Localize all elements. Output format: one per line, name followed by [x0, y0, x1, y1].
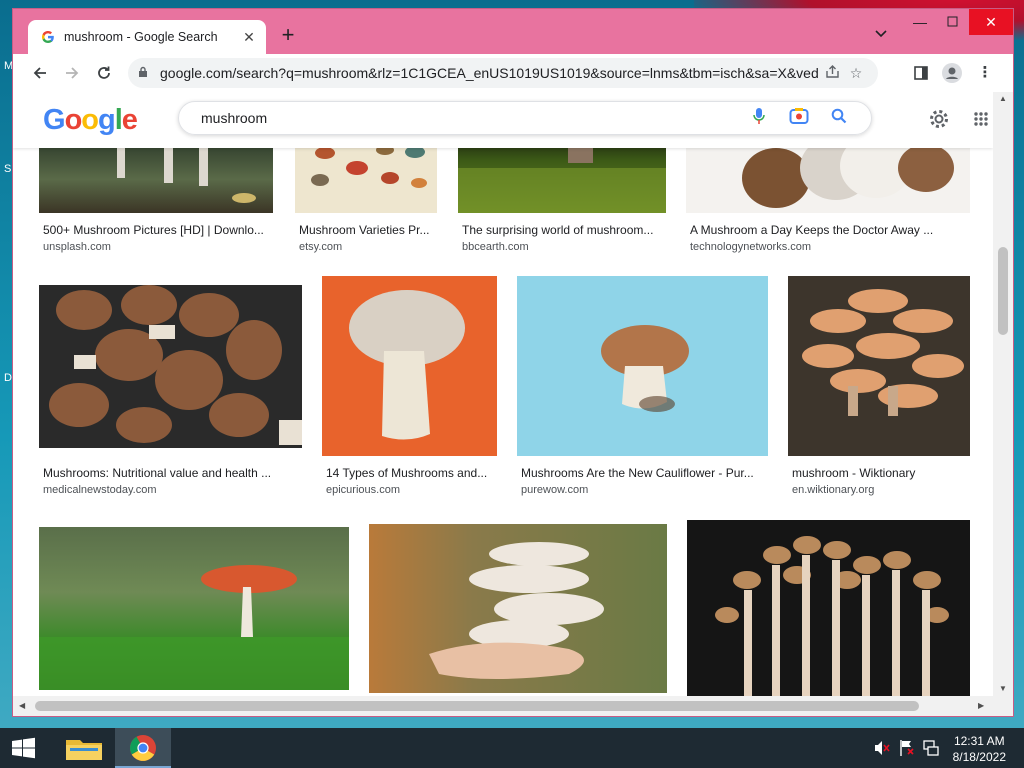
- result-image[interactable]: [39, 285, 302, 448]
- image-results-grid: 500+ Mushroom Pictures [HD] | Downlo... …: [13, 138, 993, 696]
- tab-search-chevron-down-icon[interactable]: [875, 27, 887, 41]
- volume-muted-icon[interactable]: [872, 728, 892, 768]
- address-bar[interactable]: google.com/search?q=mushroom&rlz=1C1GCEA…: [128, 58, 878, 88]
- apps-grid-icon[interactable]: [968, 106, 993, 132]
- bookmark-star-icon[interactable]: ☆: [844, 65, 868, 82]
- result-card[interactable]: Mushroom Varieties Pr... etsy.com: [295, 138, 437, 253]
- back-arrow-icon[interactable]: [24, 57, 56, 89]
- result-caption[interactable]: 500+ Mushroom Pictures [HD] | Downlo...: [43, 223, 273, 237]
- page-content: Google mushroom 500+ Mushroom Pictures […: [13, 92, 993, 696]
- result-caption[interactable]: Mushrooms: Nutritional value and health …: [43, 466, 283, 480]
- result-image[interactable]: [788, 276, 970, 456]
- result-caption[interactable]: A Mushroom a Day Keeps the Doctor Away .…: [690, 223, 970, 237]
- logo-letter: l: [114, 104, 123, 136]
- result-caption[interactable]: Mushroom Varieties Pr...: [299, 223, 437, 237]
- result-image[interactable]: [517, 276, 768, 456]
- camera-lens-icon[interactable]: [779, 107, 819, 130]
- reload-icon[interactable]: [88, 57, 120, 89]
- clock-time: 12:31 AM: [953, 734, 1005, 748]
- vertical-scroll-thumb[interactable]: [998, 247, 1008, 335]
- side-panel-icon[interactable]: [906, 54, 936, 92]
- maximize-button[interactable]: [935, 9, 969, 35]
- desktop-icon-label[interactable]: S: [4, 163, 11, 175]
- result-caption[interactable]: 14 Types of Mushrooms and...: [326, 466, 497, 480]
- close-window-button[interactable]: ✕: [969, 9, 1013, 35]
- taskbar: 12:31 AM 8/18/2022: [0, 728, 1024, 768]
- result-image[interactable]: [295, 138, 437, 213]
- browser-window: mushroom - Google Search ✕ + — ✕ google.…: [12, 8, 1014, 717]
- result-caption[interactable]: mushroom - Wiktionary: [792, 466, 970, 480]
- result-card[interactable]: [687, 520, 970, 696]
- logo-letter: G: [43, 104, 66, 136]
- result-source[interactable]: en.wiktionary.org: [792, 484, 874, 496]
- result-source[interactable]: purewow.com: [521, 484, 588, 496]
- system-clock[interactable]: 12:31 AM 8/18/2022: [953, 733, 1006, 765]
- result-card[interactable]: 500+ Mushroom Pictures [HD] | Downlo... …: [39, 138, 273, 253]
- search-box[interactable]: mushroom: [178, 101, 872, 135]
- settings-gear-icon[interactable]: [926, 106, 952, 132]
- clock-date: 8/18/2022: [952, 750, 1006, 764]
- logo-letter: e: [121, 104, 138, 136]
- file-explorer-folder-icon[interactable]: [56, 728, 112, 768]
- google-logo[interactable]: Google: [43, 104, 138, 137]
- result-source[interactable]: bbcearth.com: [462, 241, 529, 253]
- google-header: Google mushroom: [13, 92, 993, 148]
- google-favicon-icon: [40, 29, 56, 45]
- lock-icon[interactable]: [138, 66, 152, 81]
- result-image[interactable]: [322, 276, 497, 456]
- menu-kebab-icon[interactable]: ⋮: [970, 54, 1000, 92]
- result-image[interactable]: [369, 524, 667, 693]
- result-card[interactable]: A Mushroom a Day Keeps the Doctor Away .…: [686, 138, 970, 253]
- scroll-right-arrow-icon[interactable]: ▶: [978, 701, 984, 710]
- result-card[interactable]: mushroom - Wiktionary en.wiktionary.org: [788, 276, 970, 496]
- minimize-button[interactable]: —: [903, 9, 937, 35]
- share-icon[interactable]: [820, 64, 844, 82]
- new-tab-button[interactable]: +: [275, 23, 301, 49]
- profile-avatar-icon[interactable]: [937, 54, 967, 92]
- result-card[interactable]: [39, 527, 349, 696]
- logo-letter: o: [64, 104, 83, 136]
- tab-strip: mushroom - Google Search ✕ + — ✕: [13, 9, 1013, 55]
- scroll-up-arrow-icon[interactable]: ▲: [999, 94, 1007, 103]
- desktop-icon-label[interactable]: D: [4, 372, 12, 384]
- tab-title: mushroom - Google Search: [64, 30, 218, 44]
- forward-arrow-icon[interactable]: [56, 57, 88, 89]
- horizontal-scroll-thumb[interactable]: [35, 701, 919, 711]
- result-source[interactable]: etsy.com: [299, 241, 342, 253]
- result-caption[interactable]: Mushrooms Are the New Cauliflower - Pur.…: [521, 466, 768, 480]
- result-source[interactable]: medicalnewstoday.com: [43, 484, 157, 496]
- microphone-icon[interactable]: [739, 107, 779, 130]
- search-icon[interactable]: [819, 108, 859, 129]
- result-image[interactable]: [458, 138, 666, 213]
- result-image[interactable]: [686, 138, 970, 213]
- result-image[interactable]: [687, 520, 970, 696]
- result-card[interactable]: [369, 524, 667, 696]
- logo-letter: o: [81, 104, 99, 136]
- browser-toolbar: google.com/search?q=mushroom&rlz=1C1GCEA…: [13, 54, 1013, 92]
- result-source[interactable]: unsplash.com: [43, 241, 111, 253]
- horizontal-scrollbar[interactable]: ◀ ▶: [13, 696, 1013, 716]
- network-icon[interactable]: [921, 728, 941, 768]
- result-card[interactable]: 14 Types of Mushrooms and... epicurious.…: [322, 276, 497, 496]
- result-source[interactable]: epicurious.com: [326, 484, 400, 496]
- tab-close-icon[interactable]: ✕: [240, 29, 258, 46]
- result-image[interactable]: [39, 138, 273, 213]
- vertical-scrollbar[interactable]: ▲ ▼: [993, 92, 1013, 696]
- scroll-down-arrow-icon[interactable]: ▼: [999, 684, 1007, 693]
- logo-letter: g: [98, 104, 116, 136]
- result-card[interactable]: The surprising world of mushroom... bbce…: [458, 138, 666, 253]
- result-caption[interactable]: The surprising world of mushroom...: [462, 223, 666, 237]
- notification-flag-icon[interactable]: [897, 728, 917, 768]
- url-text[interactable]: google.com/search?q=mushroom&rlz=1C1GCEA…: [160, 65, 820, 81]
- chrome-taskbar-icon[interactable]: [115, 728, 171, 768]
- search-input[interactable]: mushroom: [201, 110, 739, 126]
- result-card[interactable]: Mushrooms: Nutritional value and health …: [39, 285, 302, 496]
- result-card[interactable]: Mushrooms Are the New Cauliflower - Pur.…: [517, 276, 768, 496]
- result-source[interactable]: technologynetworks.com: [690, 241, 811, 253]
- tab-google-search[interactable]: mushroom - Google Search ✕: [28, 20, 266, 54]
- windows-start-icon[interactable]: [0, 728, 48, 768]
- scroll-left-arrow-icon[interactable]: ◀: [19, 701, 25, 710]
- result-image[interactable]: [39, 527, 349, 690]
